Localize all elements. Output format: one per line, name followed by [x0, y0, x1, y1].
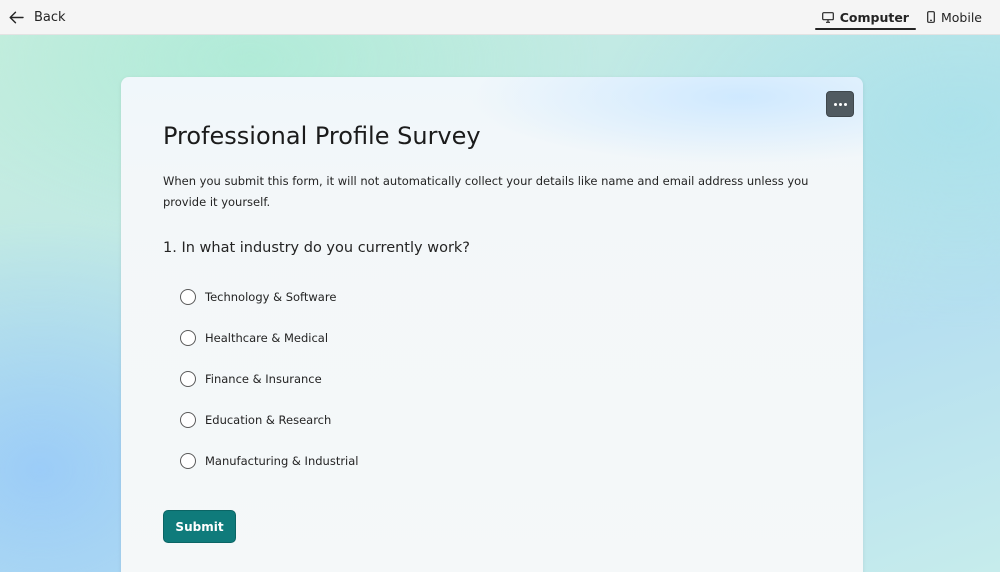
option-manufacturing[interactable]: Manufacturing & Industrial [180, 440, 359, 481]
radio-button[interactable] [180, 288, 196, 305]
form-title: Professional Profile Survey [163, 122, 481, 150]
option-label: Healthcare & Medical [205, 330, 329, 345]
tab-mobile-label: Mobile [940, 9, 982, 25]
tab-computer-label: Computer [839, 9, 909, 25]
option-label: Education & Research [205, 412, 332, 427]
desktop-icon [821, 11, 834, 23]
form-description: When you submit this form, it will not a… [163, 174, 809, 209]
more-horizontal-icon [843, 102, 847, 106]
option-label: Technology & Software [205, 289, 337, 304]
view-toggle: Computer Mobile [813, 0, 1000, 34]
more-horizontal-icon [838, 102, 842, 106]
form-card: Professional Profile Survey When you sub… [121, 77, 863, 572]
phone-icon [927, 11, 935, 23]
back-label: Back [34, 9, 66, 25]
back-button[interactable]: Back [5, 0, 70, 34]
more-options-button[interactable] [826, 91, 854, 117]
option-healthcare[interactable]: Healthcare & Medical [180, 317, 359, 358]
option-label: Finance & Insurance [205, 371, 322, 386]
option-label: Manufacturing & Industrial [205, 453, 359, 468]
top-bar: Back Computer Mobile [0, 0, 1000, 35]
arrow-left-icon [9, 11, 24, 23]
option-technology[interactable]: Technology & Software [180, 276, 359, 317]
radio-button[interactable] [180, 411, 196, 428]
option-finance[interactable]: Finance & Insurance [180, 358, 359, 399]
radio-button[interactable] [180, 329, 196, 346]
question-title: 1. In what industry do you currently wor… [163, 240, 470, 256]
submit-button[interactable]: Submit [163, 510, 236, 543]
more-horizontal-icon [833, 102, 837, 106]
radio-button[interactable] [180, 452, 196, 469]
tab-mobile[interactable]: Mobile [918, 0, 1000, 34]
tab-computer[interactable]: Computer [813, 0, 918, 34]
option-education[interactable]: Education & Research [180, 399, 359, 440]
radio-button[interactable] [180, 370, 196, 387]
answer-options: Technology & Software Healthcare & Medic… [180, 276, 359, 481]
